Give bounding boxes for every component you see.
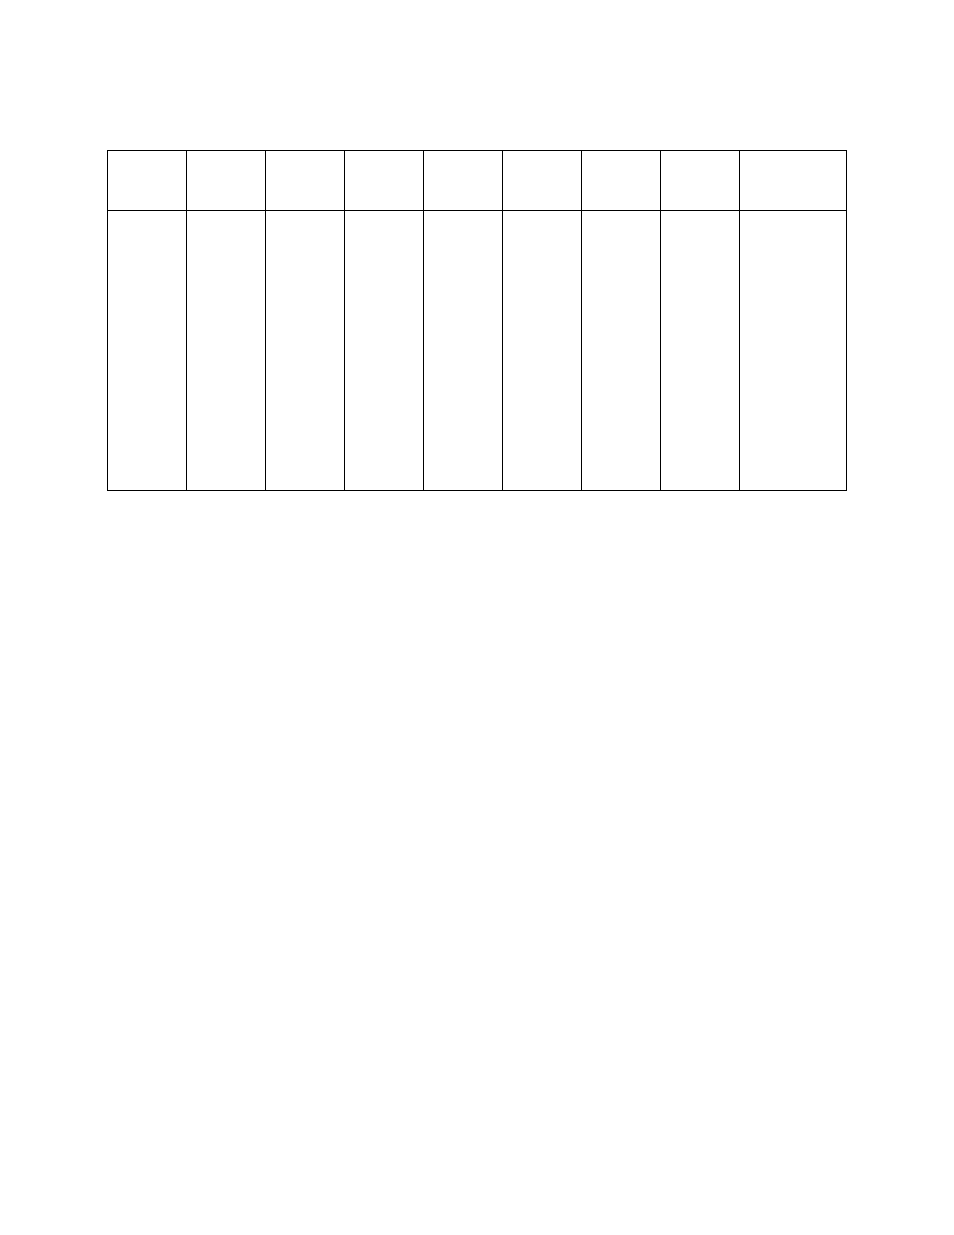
table-cell <box>582 151 661 211</box>
table-cell <box>266 211 345 491</box>
grid-table <box>107 150 847 491</box>
table-cell <box>661 211 740 491</box>
table-cell <box>345 211 424 491</box>
empty-table <box>107 150 847 491</box>
table-cell <box>740 211 847 491</box>
table-cell <box>503 211 582 491</box>
table-cell <box>108 211 187 491</box>
table-cell <box>582 211 661 491</box>
table-header-row <box>108 151 847 211</box>
table-cell <box>266 151 345 211</box>
table-cell <box>187 151 266 211</box>
table-cell <box>503 151 582 211</box>
table-cell <box>740 151 847 211</box>
table-cell <box>424 211 503 491</box>
table-cell <box>187 211 266 491</box>
table-body-row <box>108 211 847 491</box>
table-cell <box>108 151 187 211</box>
table-cell <box>345 151 424 211</box>
table-cell <box>661 151 740 211</box>
table-cell <box>424 151 503 211</box>
